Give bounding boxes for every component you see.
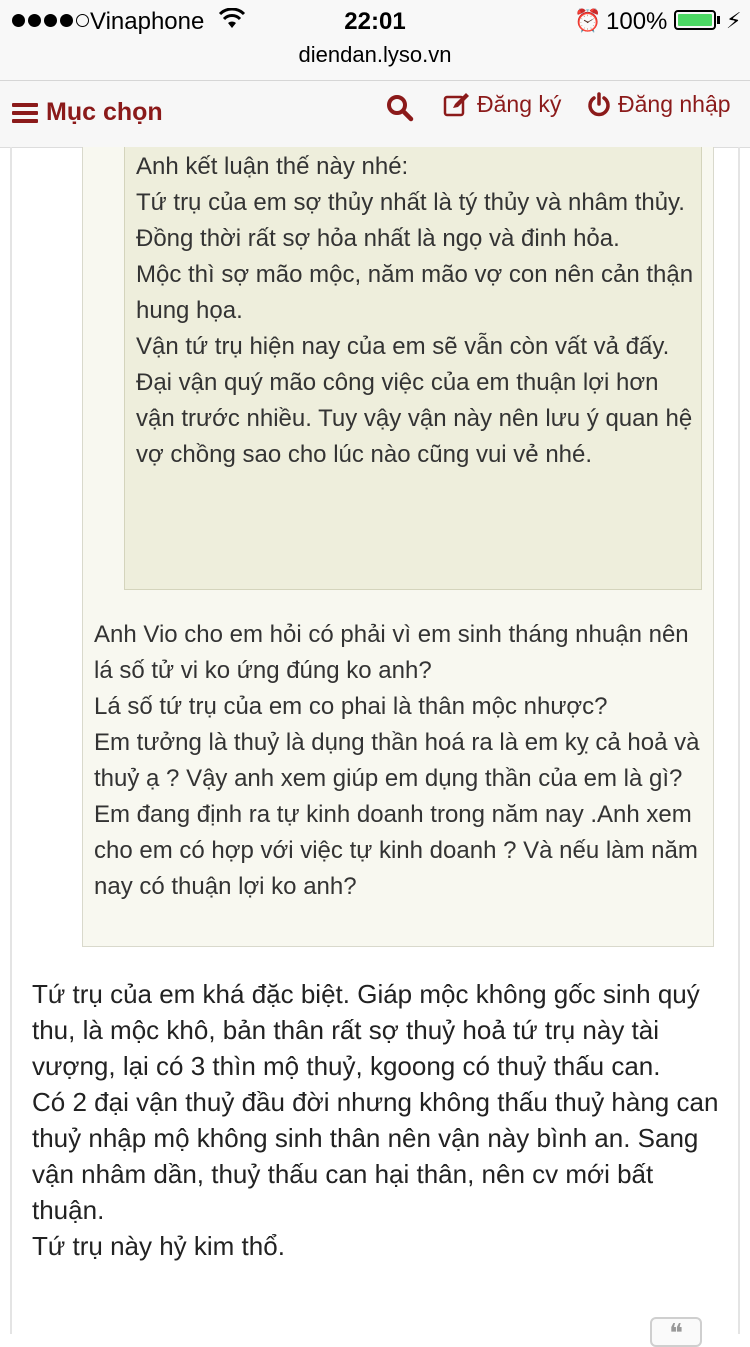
hamburger-icon — [12, 102, 38, 123]
ios-status-bar: Vinaphone 22:01 ⏰ 100% ⚡ diendan.lyso.vn — [0, 0, 750, 81]
nested-quote-text: Anh kết luận thế này nhé: Tứ trụ của em … — [136, 153, 694, 468]
search-icon[interactable] — [386, 94, 414, 122]
battery-percent: 100% — [606, 8, 668, 35]
quote-icon: ❝ — [669, 1318, 683, 1347]
quote-text: Anh Vio cho em hỏi có phải vì em sinh th… — [94, 621, 700, 900]
register-label: Đăng ký — [477, 91, 562, 117]
register-link[interactable]: Đăng ký — [443, 91, 561, 118]
alarm-icon: ⏰ — [574, 8, 602, 33]
reply-text: Tứ trụ của em khá đặc biệt. Giáp mộc khô… — [32, 979, 719, 1261]
quote-reply-button[interactable]: ❝ — [650, 1317, 702, 1347]
login-label: Đăng nhập — [618, 91, 731, 117]
login-link[interactable]: Đăng nhập — [586, 91, 731, 118]
post-border-right — [738, 147, 740, 1334]
edit-icon — [443, 92, 469, 116]
site-navbar: Mục chọn Đăng ký Đăng nhập — [0, 81, 750, 148]
menu-label: Mục chọn — [46, 98, 163, 126]
battery-icon — [674, 10, 716, 30]
power-icon — [588, 91, 610, 116]
menu-button[interactable]: Mục chọn — [12, 98, 163, 127]
address-bar-url[interactable]: diendan.lyso.vn — [0, 42, 750, 68]
post-content: Anh kết luận thế này nhé: Tứ trụ của em … — [0, 147, 750, 1347]
charging-bolt-icon: ⚡ — [726, 8, 742, 33]
post-border-left — [10, 147, 12, 1334]
battery-tip — [717, 16, 720, 24]
